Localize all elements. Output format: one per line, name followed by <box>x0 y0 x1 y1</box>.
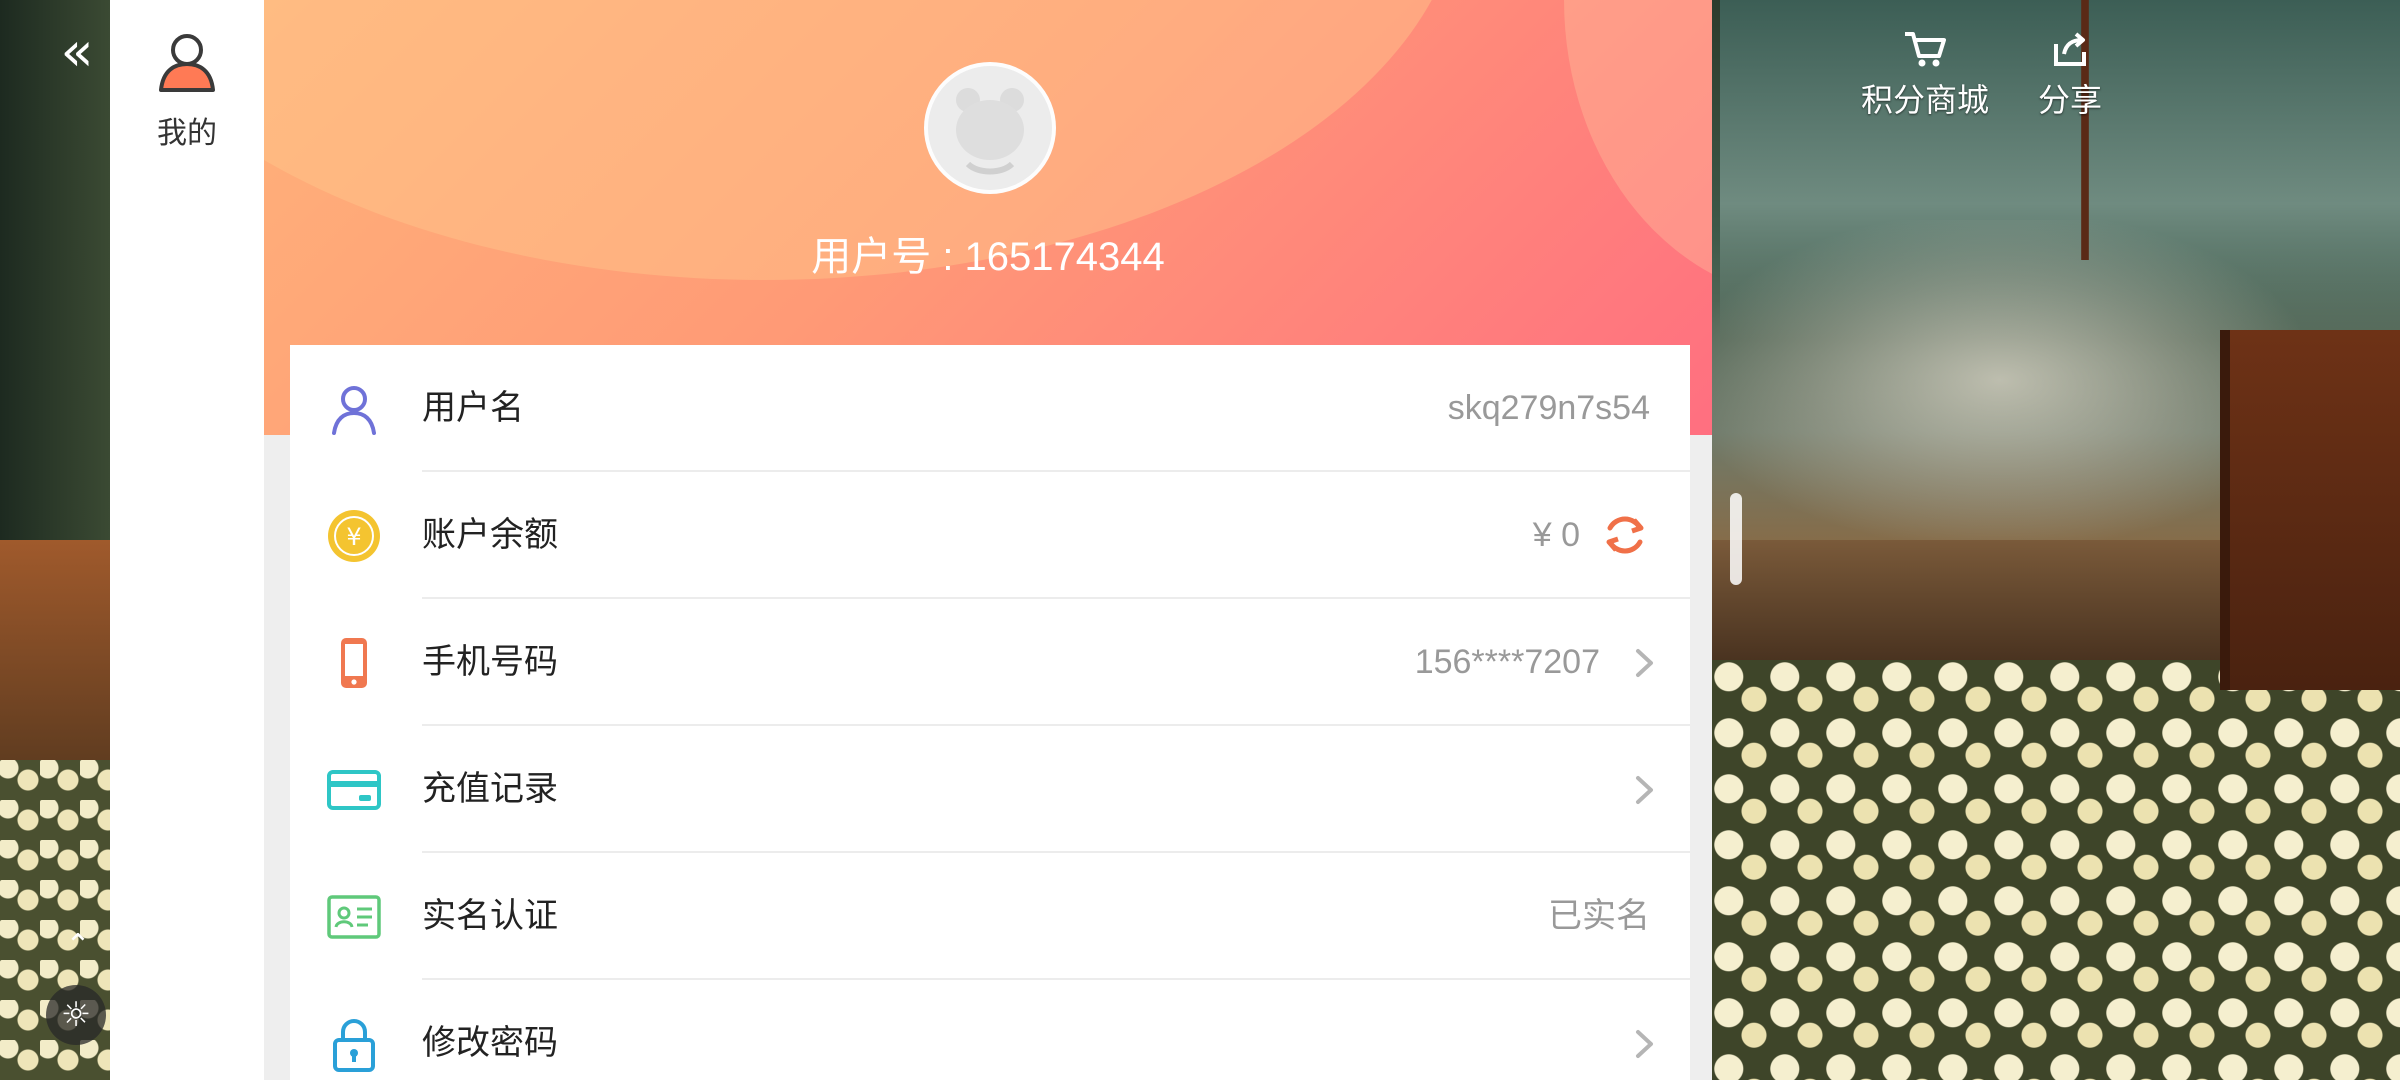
profile-panel: 用户号 : 165174344 用户名 skq279n7s54 ¥ 账户余额 ¥… <box>264 0 1712 1080</box>
list-item-real-name: 实名认证 已实名 <box>290 853 1690 980</box>
account-info-list: 用户名 skq279n7s54 ¥ 账户余额 ¥ 0 手机号码 156****7… <box>290 345 1690 1080</box>
recharge-records-label: 充值记录 <box>422 770 558 808</box>
scene-trees-left <box>0 0 110 560</box>
lock-icon <box>326 1016 382 1072</box>
card-icon <box>326 762 382 818</box>
yen-coin-icon: ¥ <box>326 508 382 564</box>
chevron-right-icon <box>1624 643 1664 683</box>
username-label: 用户名 <box>422 389 524 427</box>
back-button[interactable]: « <box>42 22 112 82</box>
nav-label-mine: 我的 <box>157 116 217 151</box>
scene-water-left <box>0 540 110 780</box>
svg-text:¥: ¥ <box>346 523 361 551</box>
avatar[interactable] <box>924 62 1056 194</box>
phone-icon <box>326 635 382 691</box>
person-icon <box>326 381 382 437</box>
points-mall-label: 积分商城 <box>1860 81 1989 119</box>
list-item-change-password[interactable]: 修改密码 <box>290 980 1690 1080</box>
list-item-recharge-records[interactable]: 充值记录 <box>290 726 1690 853</box>
real-name-status: 已实名 <box>1548 897 1650 935</box>
refresh-icon[interactable] <box>1600 510 1650 560</box>
cart-icon <box>1850 30 2000 75</box>
id-card-icon <box>326 889 382 945</box>
user-icon <box>157 30 217 96</box>
scene-flowers-right <box>1712 660 2400 1080</box>
balance-label: 账户余额 <box>422 516 558 554</box>
username-value: skq279n7s54 <box>1447 389 1650 427</box>
scrollbar[interactable] <box>1730 493 1742 585</box>
scene-fog <box>1700 220 2300 540</box>
share-label: 分享 <box>2037 81 2102 119</box>
weather-button[interactable]: ☼ <box>46 985 106 1045</box>
user-id: 用户号 : 165174344 <box>811 235 1165 279</box>
scene-pavilion <box>2220 330 2400 690</box>
collapse-button[interactable]: ⌃ <box>58 926 98 966</box>
change-password-label: 修改密码 <box>422 1024 558 1062</box>
share-icon <box>2030 30 2110 75</box>
chevron-right-icon <box>1624 1024 1664 1064</box>
real-name-label: 实名认证 <box>422 897 558 935</box>
balance-value: ¥ 0 <box>1532 516 1580 554</box>
share-button[interactable]: 分享 <box>2030 30 2110 121</box>
list-item-balance: ¥ 账户余额 ¥ 0 <box>290 472 1690 599</box>
phone-label: 手机号码 <box>422 643 558 681</box>
phone-value: 156****7207 <box>1414 643 1600 681</box>
chevron-up-icon: ⌃ <box>65 928 91 963</box>
chevron-right-icon <box>1624 770 1664 810</box>
default-avatar-icon <box>928 66 1052 190</box>
list-item-username: 用户名 skq279n7s54 <box>290 345 1690 472</box>
side-nav: 我的 <box>110 0 264 1080</box>
points-mall-button[interactable]: 积分商城 <box>1850 30 2000 121</box>
sun-cloud-icon: ☼ <box>60 995 92 1035</box>
nav-item-mine[interactable]: 我的 <box>110 30 264 152</box>
list-item-phone[interactable]: 手机号码 156****7207 <box>290 599 1690 726</box>
double-chevron-left-icon: « <box>60 20 94 83</box>
